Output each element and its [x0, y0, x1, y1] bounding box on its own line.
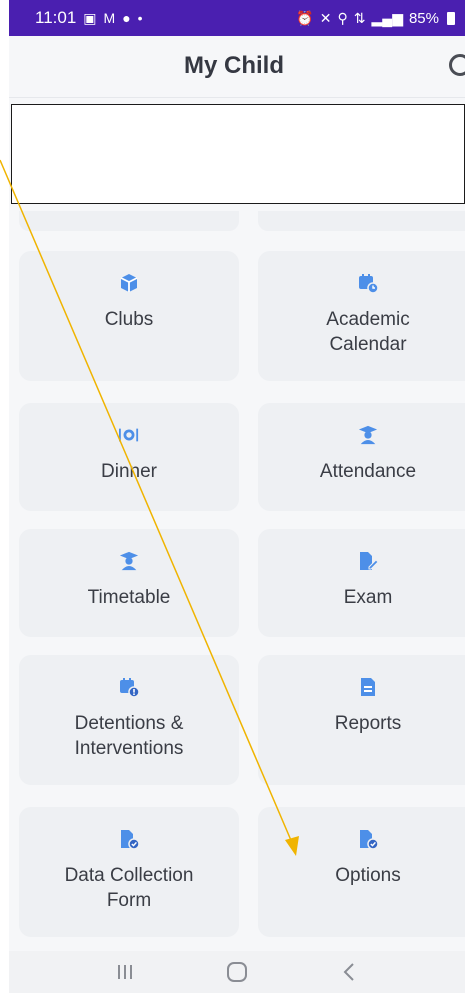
tile-label: Options: [335, 865, 401, 886]
tile-data-collection-form[interactable]: Data Collection Form: [19, 807, 239, 937]
status-right: ⏰ ✕ ⚲ ⇅ ▂▄▆ 85%: [296, 10, 455, 27]
menu-grid: Clubs Academic Calendar Dinner Attendanc…: [9, 211, 465, 951]
back-icon[interactable]: [329, 957, 369, 987]
tile-label: Reports: [334, 713, 402, 734]
document-check-icon: [119, 829, 139, 849]
calendar-clock-icon: [358, 273, 378, 293]
tile-label: Timetable: [87, 587, 171, 608]
graduate-icon: [119, 551, 139, 571]
tile-timetable[interactable]: Timetable: [19, 529, 239, 637]
system-nav-bar: [9, 951, 465, 993]
tile-label: Dinner: [101, 461, 157, 482]
header: My Child: [9, 36, 465, 98]
settings-gear-icon[interactable]: [449, 54, 465, 76]
battery-icon: [447, 11, 455, 25]
cube-icon: [119, 273, 139, 293]
tile-label: Exam: [343, 587, 393, 608]
status-bar: 11:01 ▣ M ● • ⏰ ✕ ⚲ ⇅ ▂▄▆ 85%: [9, 0, 465, 36]
battery-percent: 85%: [408, 9, 439, 27]
image-icon: ▣: [83, 10, 97, 26]
mute-icon: ✕: [319, 10, 332, 26]
tile-label: Attendance: [319, 461, 417, 482]
dot-icon: •: [137, 10, 143, 26]
status-left: 11:01 ▣ M ● •: [35, 8, 143, 28]
tile-attendance[interactable]: Attendance: [258, 403, 465, 511]
tile-reports[interactable]: Reports: [258, 655, 465, 785]
graduate-icon: [358, 425, 378, 445]
page-title: My Child: [184, 51, 284, 79]
document-pen-icon: [358, 551, 378, 571]
tile-academic-calendar[interactable]: Academic Calendar: [258, 251, 465, 381]
facebook-icon: ●: [122, 10, 131, 26]
tile-clubs[interactable]: Clubs: [19, 251, 239, 381]
signal-icon: ▂▄▆: [371, 10, 403, 26]
recent-apps-icon[interactable]: [105, 957, 145, 987]
tile-label: Academic Calendar: [326, 309, 410, 355]
tile-label: Detentions & Interventions: [74, 713, 184, 759]
tile-peek-left: [19, 211, 239, 231]
dinner-icon: [119, 425, 139, 445]
alarm-icon: ⏰: [296, 10, 314, 26]
tile-dinner[interactable]: Dinner: [19, 403, 239, 511]
tile-peek-right: [258, 211, 465, 231]
calendar-alert-icon: [119, 677, 139, 697]
home-icon[interactable]: [217, 957, 257, 987]
location-icon: ⚲: [337, 10, 348, 26]
tile-options[interactable]: Options: [258, 807, 465, 937]
tile-detentions-interventions[interactable]: Detentions & Interventions: [19, 655, 239, 785]
tile-label: Data Collection Form: [64, 865, 194, 911]
document-check-icon: [358, 829, 378, 849]
status-time: 11:01: [35, 8, 77, 27]
app-screen: My Child Clubs Academic Calendar Dinner: [9, 36, 465, 993]
tile-label: Clubs: [104, 309, 154, 330]
gmail-icon: M: [103, 10, 116, 26]
tile-exam[interactable]: Exam: [258, 529, 465, 637]
banner-placeholder: [11, 104, 465, 204]
report-icon: [358, 677, 378, 697]
lte-icon: ⇅: [353, 10, 366, 26]
